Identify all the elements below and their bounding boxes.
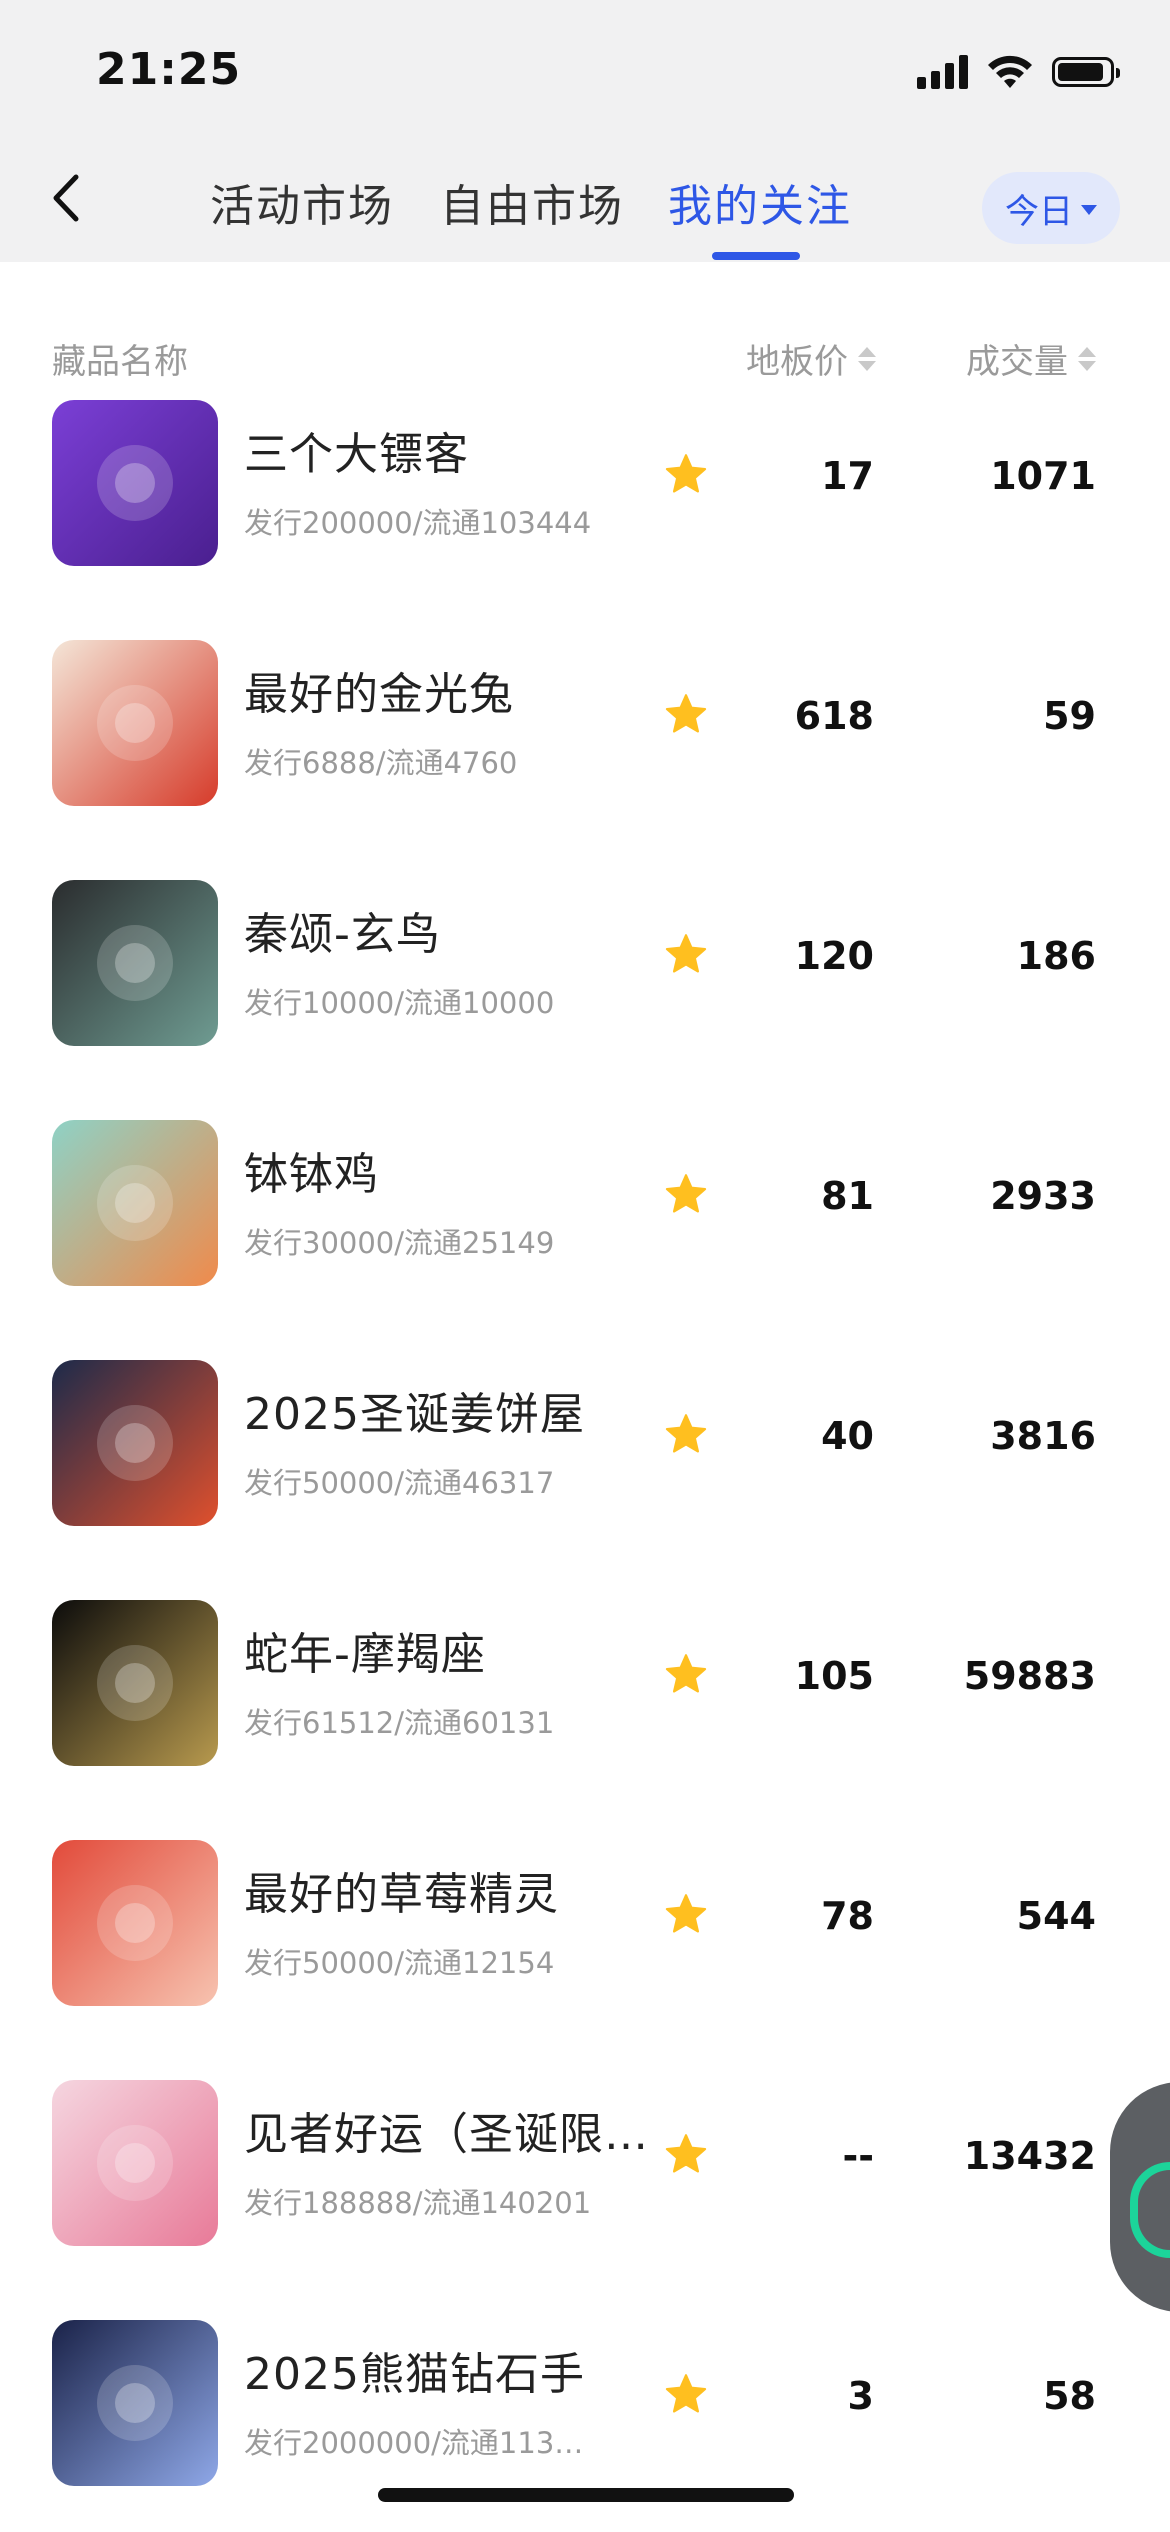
cellular-signal-icon [917, 55, 968, 89]
item-supply: 发行2000000/流通113… [244, 2426, 584, 2460]
trade-volume: 13432 [963, 2134, 1096, 2178]
floor-price: 78 [821, 1894, 874, 1938]
favorite-star-icon[interactable] [664, 1172, 708, 1216]
item-name: 钵钵鸡 [244, 1149, 379, 1200]
assistant-icon [1130, 2162, 1170, 2258]
floor-price: 120 [794, 934, 874, 978]
list-item[interactable]: 最好的草莓精灵发行50000/流通12154 78 544 [0, 1840, 1170, 2080]
item-name: 最好的草莓精灵 [244, 1869, 559, 1920]
item-name: 蛇年-摩羯座 [244, 1629, 486, 1680]
home-indicator [378, 2488, 794, 2502]
trade-volume: 59883 [963, 1654, 1096, 1698]
trade-volume: 3816 [990, 1414, 1096, 1458]
collectible-thumbnail [52, 1360, 218, 1526]
wifi-icon [988, 55, 1032, 88]
list-item[interactable]: 见者好运（圣诞限… 发行188888/流通140201 -- 13432 [0, 2080, 1170, 2320]
item-name: 最好的金光兔 [244, 669, 514, 720]
item-supply: 发行50000/流通12154 [244, 1946, 555, 1980]
trade-volume: 544 [1016, 1894, 1096, 1938]
item-supply: 发行188888/流通140201 [244, 2186, 592, 2220]
item-supply: 发行61512/流通60131 [244, 1706, 555, 1740]
collectible-thumbnail [52, 880, 218, 1046]
collectible-thumbnail [52, 2080, 218, 2246]
back-button[interactable] [50, 168, 90, 228]
trade-volume: 59 [1043, 694, 1096, 738]
floating-assistant-button[interactable] [1110, 2082, 1170, 2312]
top-bar: 21:25 活动市场 自由市场 我的关注 今日 [0, 0, 1170, 262]
collectible-thumbnail [52, 1120, 218, 1286]
caret-down-icon [1081, 205, 1097, 215]
sort-icon [858, 346, 876, 371]
list-item[interactable]: 三个大镖客发行200000/流通103444 17 1071 [0, 400, 1170, 640]
column-header-floor-price[interactable]: 地板价 [746, 334, 876, 383]
chevron-left-icon [53, 174, 79, 222]
floor-price: 618 [794, 694, 874, 738]
list-item[interactable]: 钵钵鸡发行30000/流通25149 81 2933 [0, 1120, 1170, 1360]
sort-icon [1078, 346, 1096, 371]
list-item[interactable]: 2025圣诞姜饼屋发行50000/流通46317 40 3816 [0, 1360, 1170, 1600]
collectible-thumbnail [52, 640, 218, 806]
floor-price: 105 [794, 1654, 874, 1698]
collectible-thumbnail [52, 1600, 218, 1766]
status-time: 21:25 [96, 44, 242, 95]
favorite-star-icon[interactable] [664, 2372, 708, 2416]
favorite-star-icon[interactable] [664, 932, 708, 976]
collectible-thumbnail [52, 400, 218, 566]
item-supply: 发行10000/流通10000 [244, 986, 555, 1020]
item-name: 见者好运（圣诞限… [244, 2109, 649, 2160]
trade-volume: 2933 [990, 1174, 1096, 1218]
favorite-star-icon[interactable] [664, 452, 708, 496]
favorite-star-icon[interactable] [664, 2132, 708, 2176]
favorite-star-icon[interactable] [664, 692, 708, 736]
floor-price: 81 [821, 1174, 874, 1218]
period-dropdown[interactable]: 今日 [982, 172, 1120, 244]
item-supply: 发行200000/流通103444 [244, 506, 592, 540]
tab-my-follows[interactable]: 我的关注 [668, 170, 852, 234]
favorite-star-icon[interactable] [664, 1892, 708, 1936]
floor-price: -- [842, 2134, 874, 2178]
floor-price: 3 [847, 2374, 874, 2418]
battery-icon [1052, 57, 1120, 87]
item-name: 2025熊猫钻石手 [244, 2349, 585, 2400]
floor-price: 17 [821, 454, 874, 498]
trade-volume: 186 [1016, 934, 1096, 978]
list-item[interactable]: 蛇年-摩羯座发行61512/流通60131 105 59883 [0, 1600, 1170, 1840]
trade-volume: 58 [1043, 2374, 1096, 2418]
item-name: 秦颂-玄鸟 [244, 909, 441, 960]
item-name: 三个大镖客 [244, 429, 469, 480]
tab-free-market[interactable]: 自由市场 [440, 170, 624, 234]
item-name: 2025圣诞姜饼屋 [244, 1389, 585, 1440]
tab-activity-market[interactable]: 活动市场 [210, 170, 394, 234]
favorite-star-icon[interactable] [664, 1412, 708, 1456]
period-label: 今日 [1005, 191, 1073, 232]
collectible-thumbnail [52, 2320, 218, 2486]
trade-volume: 1071 [990, 454, 1096, 498]
list-item[interactable]: 秦颂-玄鸟发行10000/流通10000 120 186 [0, 880, 1170, 1120]
floor-price: 40 [821, 1414, 874, 1458]
column-header-volume[interactable]: 成交量 [966, 334, 1096, 383]
item-supply: 发行50000/流通46317 [244, 1466, 555, 1500]
status-icons [917, 54, 1120, 90]
column-header-name: 藏品名称 [52, 342, 188, 382]
active-tab-indicator [712, 252, 800, 260]
list-item[interactable]: 最好的金光兔发行6888/流通4760 618 59 [0, 640, 1170, 880]
collectible-thumbnail [52, 1840, 218, 2006]
favorite-star-icon[interactable] [664, 1652, 708, 1696]
item-supply: 发行6888/流通4760 [244, 746, 518, 780]
screen: 21:25 活动市场 自由市场 我的关注 今日 藏品名称 地板价 成交量 三个大… [0, 0, 1170, 2532]
item-supply: 发行30000/流通25149 [244, 1226, 555, 1260]
